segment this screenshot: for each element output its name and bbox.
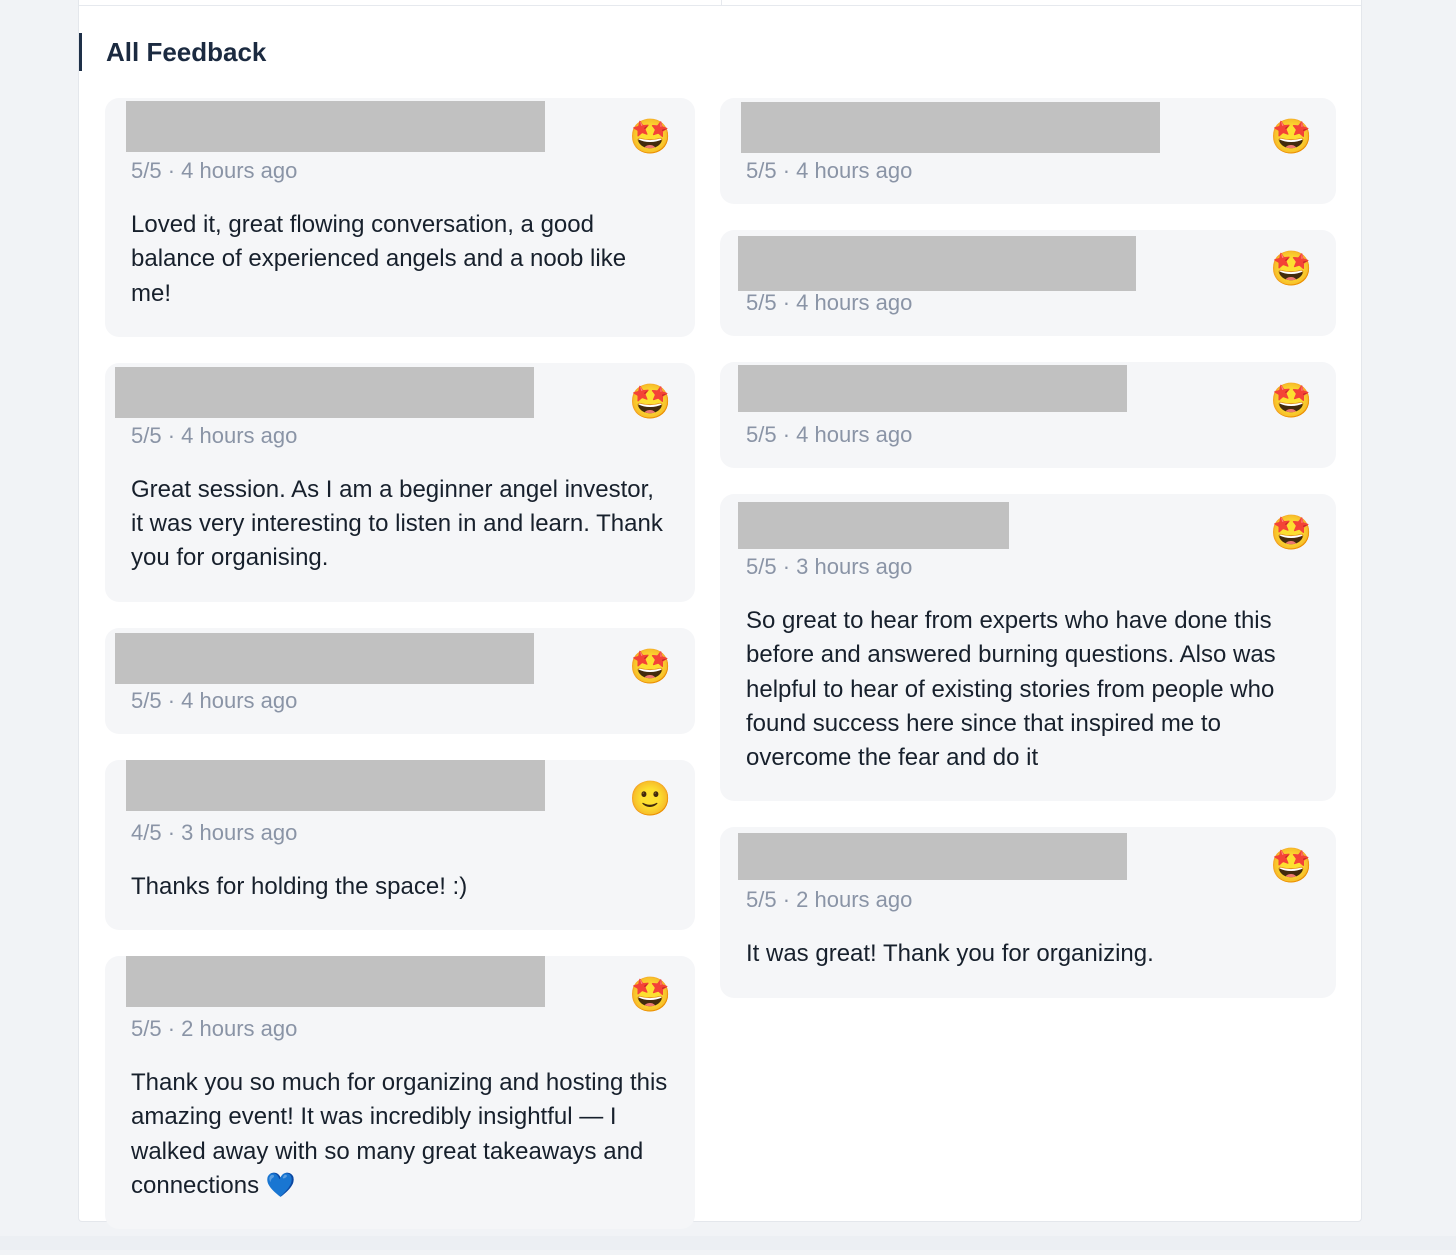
feedback-comment: So great to hear from experts who have d… (746, 607, 1276, 772)
star-struck-emoji-icon: 🤩 (1270, 513, 1313, 553)
feedback-comment: Thanks for holding the space! :) (131, 872, 468, 900)
feedback-comment: Thank you so much for organizing and hos… (131, 1069, 668, 1199)
top-divider (79, 5, 1361, 6)
redacted-name (738, 236, 1136, 291)
section-title: All Feedback (79, 33, 266, 71)
redacted-name (738, 833, 1127, 881)
feedback-card: 🤩 5/5 · 4 hours ago (720, 362, 1336, 468)
star-struck-emoji-icon: 🤩 (1270, 117, 1313, 157)
redacted-name (115, 632, 534, 684)
feedback-card: 🙂 4/5 · 3 hours ago Thanks for holding t… (105, 759, 695, 931)
feedback-card: 🤩 5/5 · 4 hours ago (105, 627, 695, 734)
star-struck-emoji-icon: 🤩 (629, 117, 672, 157)
feedback-comment: Loved it, great flowing conversation, a … (131, 211, 627, 307)
tab-divider (721, 0, 722, 5)
feedback-card: 🤩 5/5 · 4 hours ago (720, 98, 1336, 204)
feedback-card: 🤩 5/5 · 4 hours ago (720, 230, 1336, 336)
feedback-card: 🤩 5/5 · 4 hours ago Great session. As I … (105, 362, 695, 602)
redacted-name (738, 502, 1009, 549)
feedback-card: 🤩 5/5 · 3 hours ago So great to hear fro… (720, 494, 1336, 802)
redacted-name (126, 101, 545, 152)
feedback-comment: It was great! Thank you for organizing. (746, 940, 1154, 968)
star-struck-emoji-icon: 🤩 (629, 646, 672, 687)
feedback-comment: Great session. As I am a beginner angel … (131, 475, 663, 572)
redacted-name (126, 956, 545, 1008)
feedback-column-right: 🤩 5/5 · 4 hours ago 🤩 5/5 · 4 hours ago … (720, 98, 1336, 1024)
feedback-card: 🤩 5/5 · 4 hours ago Loved it, great flow… (105, 98, 695, 337)
star-struck-emoji-icon: 🤩 (629, 975, 672, 1016)
feedback-card: 🤩 5/5 · 2 hours ago It was great! Thank … (720, 827, 1336, 998)
feedback-column-left: 🤩 5/5 · 4 hours ago Loved it, great flow… (105, 98, 695, 1255)
redacted-name (738, 365, 1127, 412)
redacted-name (126, 759, 545, 811)
star-struck-emoji-icon: 🤩 (1270, 846, 1313, 887)
star-struck-emoji-icon: 🤩 (1270, 249, 1313, 289)
redacted-name (741, 102, 1160, 153)
redacted-name (115, 366, 534, 418)
slightly-smiling-emoji-icon: 🙂 (629, 778, 672, 819)
star-struck-emoji-icon: 🤩 (629, 381, 672, 422)
page-footer-strip (0, 1236, 1456, 1250)
star-struck-emoji-icon: 🤩 (1270, 381, 1313, 421)
feedback-card: 🤩 5/5 · 2 hours ago Thank you so much fo… (105, 956, 695, 1230)
feedback-panel: All Feedback 🤩 5/5 · 4 hours ago Loved i… (78, 0, 1362, 1230)
